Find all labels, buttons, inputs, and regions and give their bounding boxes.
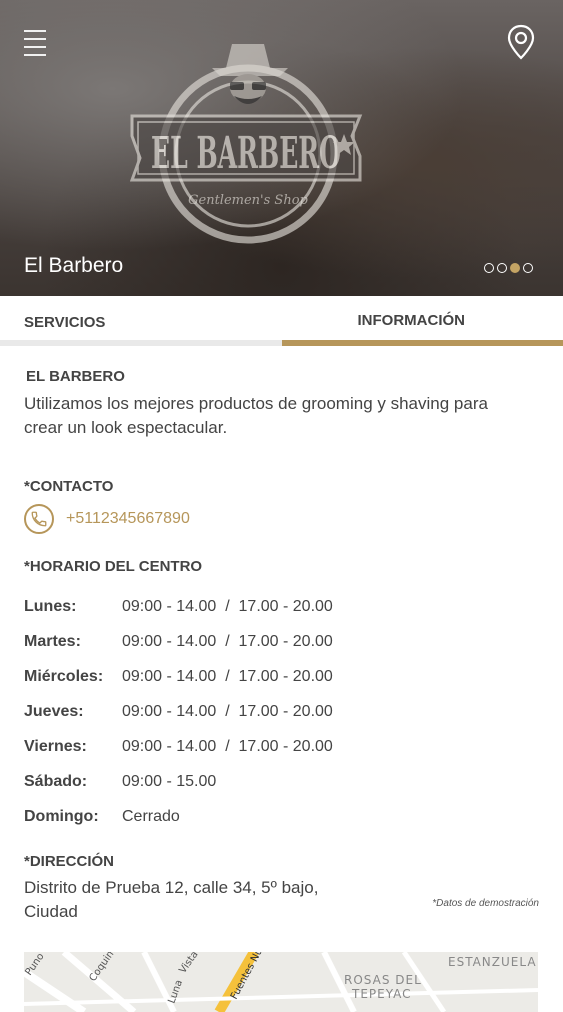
carousel-dot[interactable]	[497, 263, 507, 273]
logo-subtext: Gentlemen's Shop	[188, 193, 308, 208]
map-label: TEPEYAC	[351, 987, 412, 1001]
contact-heading: *CONTACTO	[24, 478, 539, 495]
info-panel: EL BARBERO Utilizamos los mejores produc…	[0, 368, 563, 926]
hours-day: Sábado:	[24, 773, 122, 791]
map-label: ROSAS DEL	[344, 973, 422, 987]
hours-row: Viernes: 09:00 - 14.00 / 17.00 - 20.00	[24, 729, 539, 764]
map-graphic: Coquimbo ESTANZUELA ROSAS DEL TEPEYAC Pu…	[24, 952, 538, 1012]
address-text: Distrito de Prueba 12, calle 34, 5º bajo…	[24, 876, 354, 924]
hero-title: El Barbero	[24, 254, 123, 278]
address-heading: *DIRECCIÓN	[24, 853, 539, 870]
map-label: ESTANZUELA	[448, 955, 537, 969]
hours-value: 09:00 - 14.00 / 17.00 - 20.00	[122, 633, 333, 651]
hours-value: 09:00 - 15.00	[122, 773, 216, 791]
contact-row: +5112345667890	[24, 504, 539, 534]
hours-row: Lunes: 09:00 - 14.00 / 17.00 - 20.00	[24, 589, 539, 624]
carousel-indicator	[484, 263, 533, 273]
business-name: EL BARBERO	[26, 368, 539, 385]
hours-day: Martes:	[24, 633, 122, 651]
tab-label: INFORMACIÓN	[358, 312, 466, 329]
hours-day: Lunes:	[24, 598, 122, 616]
hours-row: Miércoles: 09:00 - 14.00 / 17.00 - 20.00	[24, 659, 539, 694]
hours-value: 09:00 - 14.00 / 17.00 - 20.00	[122, 598, 333, 616]
tab-informacion[interactable]: INFORMACIÓN	[282, 296, 563, 346]
hours-value: 09:00 - 14.00 / 17.00 - 20.00	[122, 738, 333, 756]
map-preview[interactable]: Coquimbo ESTANZUELA ROSAS DEL TEPEYAC Pu…	[24, 952, 538, 1012]
hours-value: 09:00 - 14.00 / 17.00 - 20.00	[122, 668, 333, 686]
business-description: Utilizamos los mejores productos de groo…	[24, 392, 504, 440]
carousel-dot[interactable]	[484, 263, 494, 273]
hours-day: Miércoles:	[24, 668, 122, 686]
tab-servicios[interactable]: SERVICIOS	[0, 296, 282, 346]
phone-number-link[interactable]: +5112345667890	[66, 510, 190, 528]
menu-icon[interactable]	[24, 30, 46, 56]
carousel-dot[interactable]	[523, 263, 533, 273]
tab-label: SERVICIOS	[24, 314, 105, 331]
hours-row: Domingo: Cerrado	[24, 799, 539, 834]
hours-day: Jueves:	[24, 703, 122, 721]
phone-icon[interactable]	[24, 504, 54, 534]
barbershop-logo: EL BARBERO Gentlemen's Shop	[130, 38, 370, 248]
address-row: Distrito de Prueba 12, calle 34, 5º bajo…	[24, 876, 539, 926]
hours-day: Viernes:	[24, 738, 122, 756]
hero-banner: EL BARBERO Gentlemen's Shop El Barbero	[0, 0, 563, 296]
hours-day: Domingo:	[24, 808, 122, 826]
hours-row: Sábado: 09:00 - 15.00	[24, 764, 539, 799]
demo-data-note: *Datos de demostración	[432, 898, 539, 909]
hours-value: 09:00 - 14.00 / 17.00 - 20.00	[122, 703, 333, 721]
hours-table: Lunes: 09:00 - 14.00 / 17.00 - 20.00 Mar…	[24, 589, 539, 834]
hours-heading: *HORARIO DEL CENTRO	[24, 558, 539, 575]
tab-underline	[0, 340, 282, 346]
tab-underline-active	[282, 340, 563, 346]
hours-row: Martes: 09:00 - 14.00 / 17.00 - 20.00	[24, 624, 539, 659]
hours-row: Jueves: 09:00 - 14.00 / 17.00 - 20.00	[24, 694, 539, 729]
tab-bar: SERVICIOS INFORMACIÓN	[0, 296, 563, 346]
carousel-dot-active[interactable]	[510, 263, 520, 273]
location-pin-icon[interactable]	[507, 24, 535, 60]
logo-text: EL BARBERO	[151, 128, 341, 179]
hours-value: Cerrado	[122, 808, 180, 826]
